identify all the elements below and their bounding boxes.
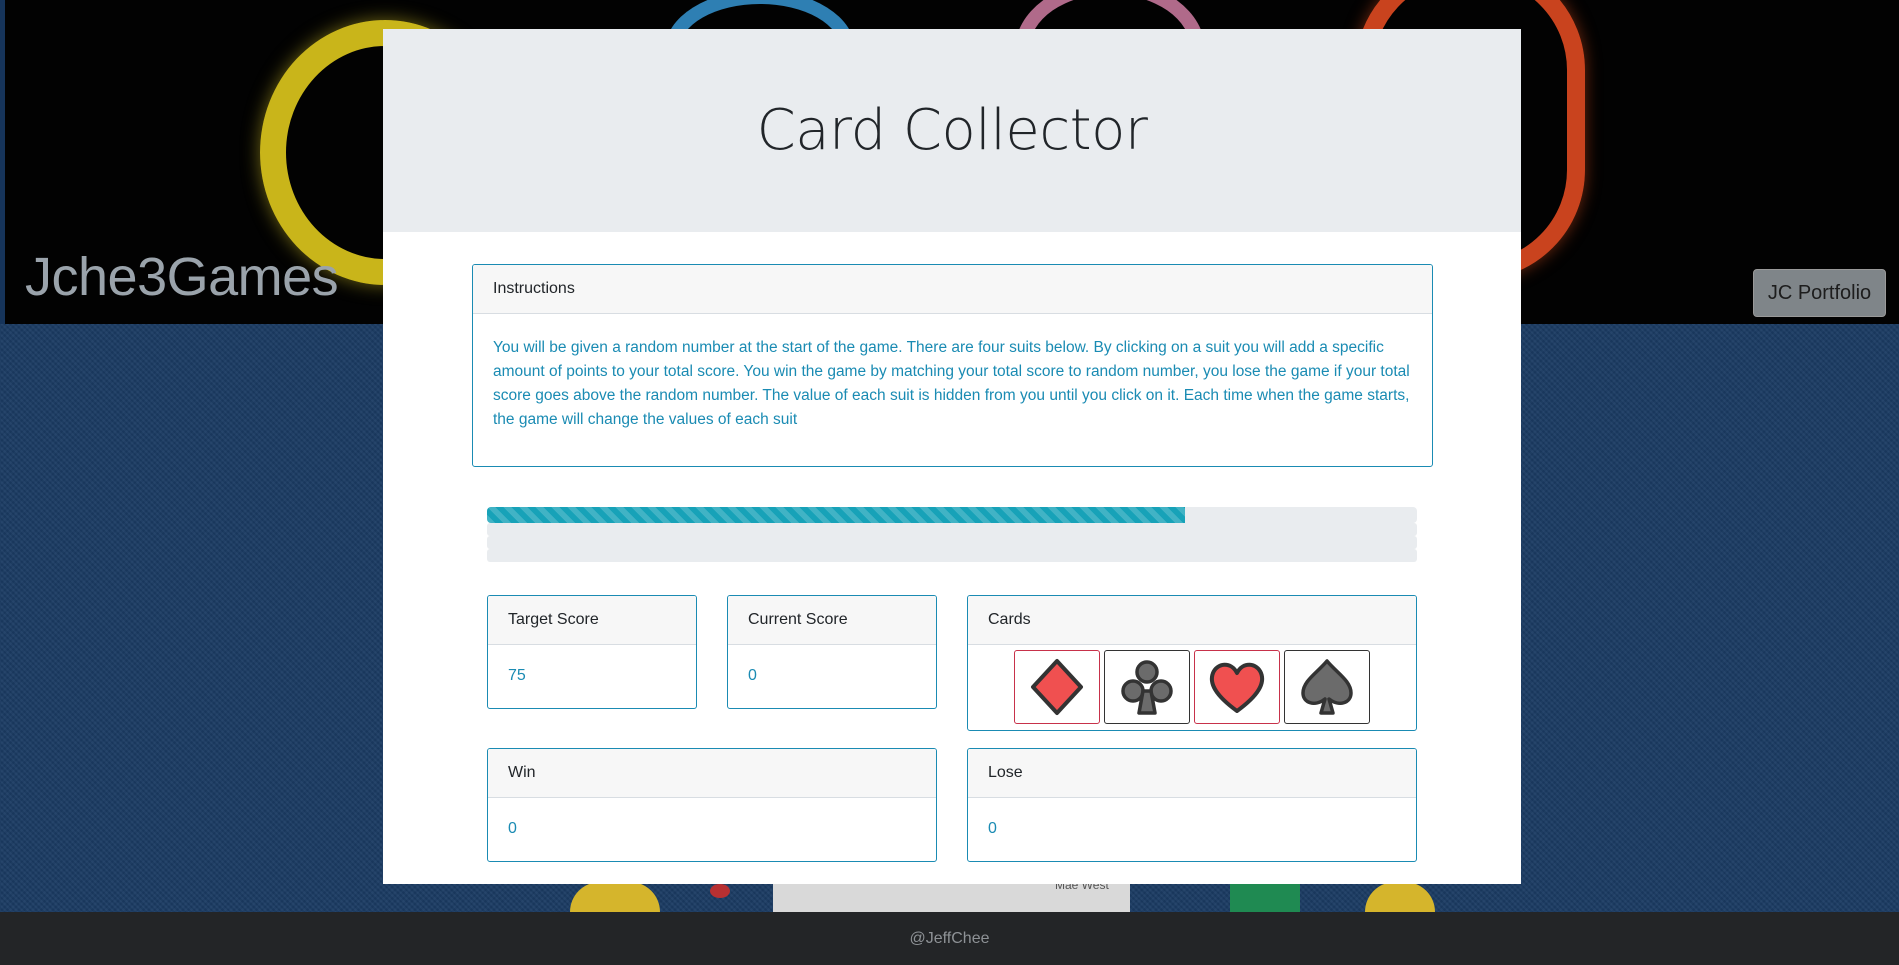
background-decor xyxy=(570,882,660,912)
heart-icon xyxy=(1209,662,1265,713)
lose-card: Lose 0 xyxy=(967,748,1417,862)
diamond-icon xyxy=(1031,659,1083,715)
cards-label: Cards xyxy=(968,596,1416,645)
portfolio-button[interactable]: JC Portfolio xyxy=(1753,269,1886,317)
game-panel: Card Collector Instructions You will be … xyxy=(383,29,1521,884)
spade-button[interactable] xyxy=(1284,650,1370,724)
lose-label: Lose xyxy=(968,749,1416,798)
heart-button[interactable] xyxy=(1194,650,1280,724)
background-decor xyxy=(1230,880,1300,912)
background-decor xyxy=(710,884,730,898)
diamond-button[interactable] xyxy=(1014,650,1100,724)
win-count: 0 xyxy=(508,820,517,837)
lose-count: 0 xyxy=(988,820,997,837)
current-score-card: Current Score 0 xyxy=(727,595,937,709)
progress-track xyxy=(487,523,1417,536)
target-score-card: Target Score 75 xyxy=(487,595,697,709)
win-label: Win xyxy=(488,749,936,798)
page-title: Card Collector xyxy=(756,98,1148,163)
current-score-value: 0 xyxy=(748,667,757,684)
site-footer: @JeffChee xyxy=(0,912,1899,965)
progress-track xyxy=(487,549,1417,562)
instructions-header: Instructions xyxy=(473,265,1432,314)
target-score-label: Target Score xyxy=(488,596,696,645)
site-brand[interactable]: Jche3Games xyxy=(25,246,339,308)
cards-card: Cards xyxy=(967,595,1417,731)
progress-track xyxy=(487,536,1417,549)
suit-buttons xyxy=(968,645,1416,724)
instructions-card: Instructions You will be given a random … xyxy=(472,264,1433,467)
score-progress-bar xyxy=(487,507,1417,523)
club-button[interactable] xyxy=(1104,650,1190,724)
spade-icon xyxy=(1301,659,1353,715)
score-progress-fill xyxy=(487,507,1185,523)
footer-credit[interactable]: @JeffChee xyxy=(910,930,990,948)
jumbotron: Card Collector xyxy=(383,29,1521,232)
club-icon xyxy=(1121,660,1173,715)
target-score-value: 75 xyxy=(508,667,526,684)
current-score-label: Current Score xyxy=(728,596,936,645)
instructions-text: You will be given a random number at the… xyxy=(493,339,1410,428)
win-card: Win 0 xyxy=(487,748,937,862)
